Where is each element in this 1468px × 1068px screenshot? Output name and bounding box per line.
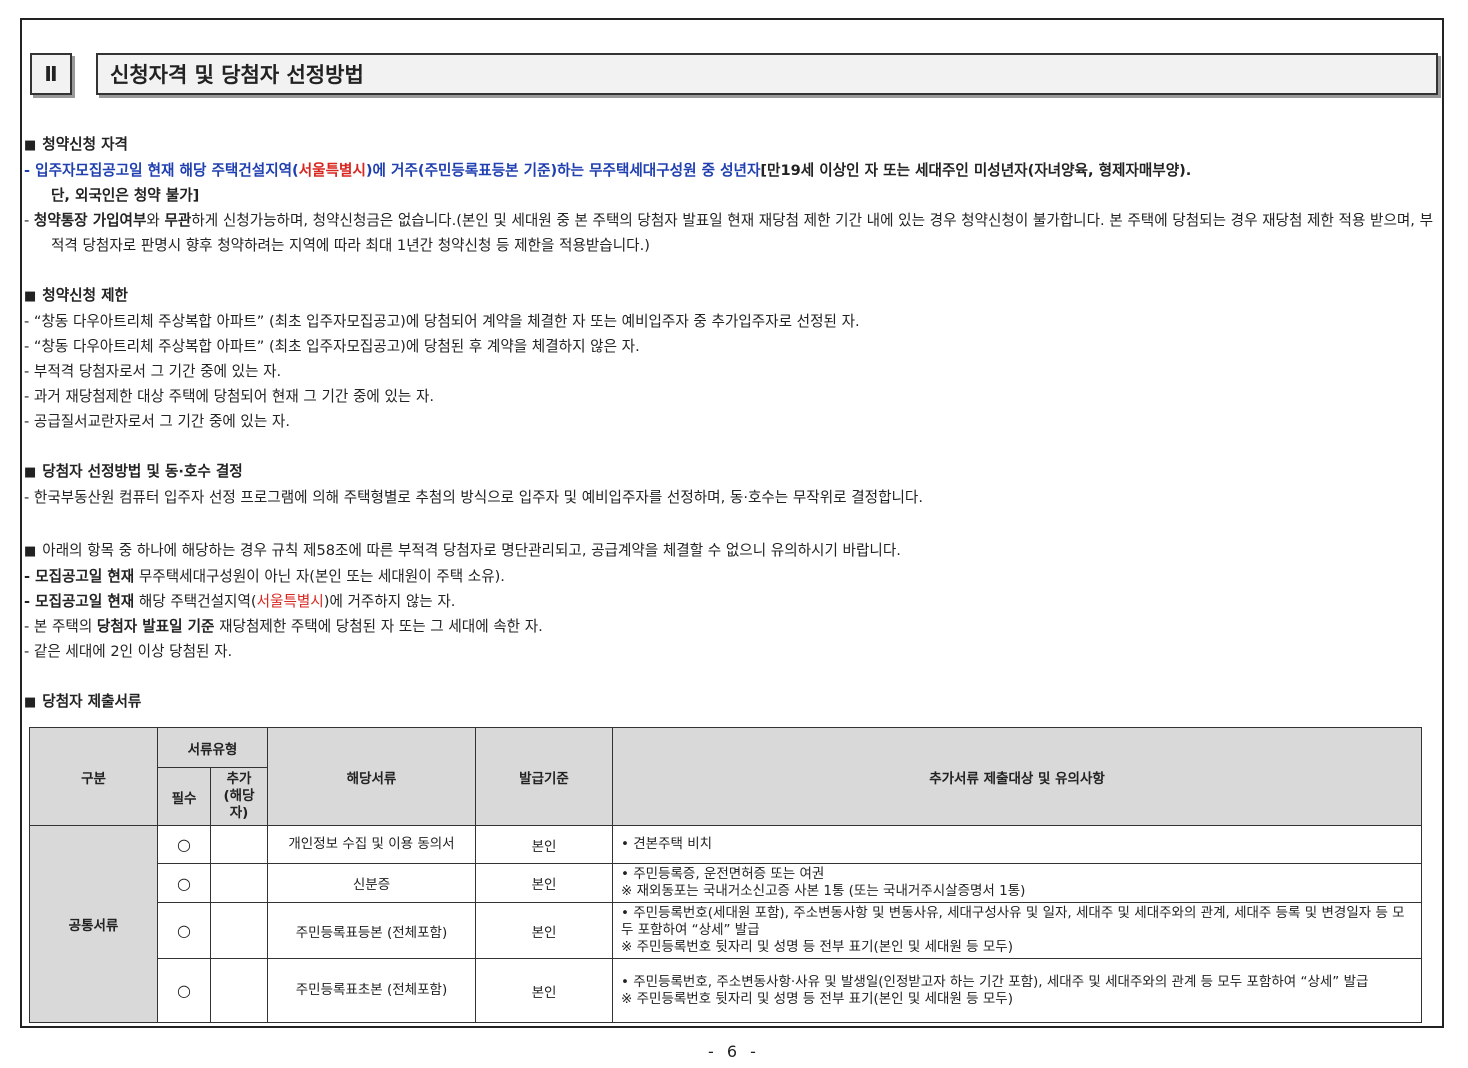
table-row: ○ 주민등록표등본 (전체포함) 본인 • 주민등록번호(세대원 포함), 주소… (30, 902, 1422, 959)
additional-mark (210, 863, 268, 903)
disqualification-item: - 같은 세대에 2인 이상 당첨된 자. (24, 643, 233, 660)
issue-basis: 본인 (475, 902, 613, 959)
disqualification-item: - 본 주택의 당첨자 발표일 기준 재당첨제한 주택에 당첨된 자 또는 그 … (24, 618, 543, 635)
heading-documents: ■ 당첨자 제출서류 (24, 693, 142, 710)
heading-restriction: ■ 청약신청 제한 (24, 287, 128, 304)
table-row: ○ 신분증 본인 • 주민등록증, 운전면허증 또는 여권 ※ 재외동포는 국내거… (30, 863, 1422, 903)
document-body: ■ 청약신청 자격 - 입주자모집공고일 현재 해당 주택건설지역(서울특별시)에… (24, 132, 1442, 715)
required-mark: ○ (157, 902, 211, 959)
restriction-item: - “창동 다우아트리체 주상복합 아파트” (최초 입주자모집공고)에 당첨된… (24, 338, 640, 355)
col-header-required: 필수 (157, 767, 211, 826)
restriction-item: - “창동 다우아트리체 주상복합 아파트” (최초 입주자모집공고)에 당첨되… (24, 313, 860, 330)
doc-name: 개인정보 수집 및 이용 동의서 (267, 825, 476, 864)
page-number: - 6 - (708, 1042, 760, 1061)
restriction-item: - 공급질서교란자로서 그 기간 중에 있는 자. (24, 413, 290, 430)
col-header-additional: 추가 (해당 자) (210, 767, 268, 826)
additional-mark (210, 902, 268, 959)
table-row: ○ 주민등록표초본 (전체포함) 본인 • 주민등록번호, 주소변동사항·사유 … (30, 958, 1422, 1023)
col-header-doc: 해당서류 (267, 727, 476, 826)
documents-table: 구분 서류유형 해당서류 발급기준 추가서류 제출대상 및 유의사항 필수 추가… (29, 727, 1422, 1023)
heading-selection: ■ 당첨자 선정방법 및 동·호수 결정 (24, 463, 243, 480)
restriction-item: - 과거 재당첨제한 대상 주택에 당첨되어 현재 그 기간 중에 있는 자. (24, 388, 435, 405)
square-bullet-icon: ■ (24, 138, 37, 153)
issue-basis: 본인 (475, 958, 613, 1023)
required-mark: ○ (157, 825, 211, 864)
section-title: 신청자격 및 당첨자 선정방법 (96, 53, 1438, 95)
table-row: 공통서류 ○ 개인정보 수집 및 이용 동의서 본인 • 견본주택 비치 (29, 825, 1422, 1023)
additional-mark (210, 825, 268, 864)
square-bullet-icon: ■ (24, 289, 37, 304)
selection-line: - 한국부동산원 컴퓨터 입주자 선정 프로그램에 의해 주택형별로 추첨의 방… (24, 489, 923, 506)
note-cell: • 주민등록번호(세대원 포함), 주소변동사항 및 변동사유, 세대구성사유 … (612, 902, 1422, 959)
heading-eligibility: ■ 청약신청 자격 (24, 136, 128, 153)
eligibility-line-1-cont: 단, 외국인은 청약 불가] (51, 187, 200, 204)
disqualification-item: - 모집공고일 현재 해당 주택건설지역(서울특별시)에 거주하지 않는 자. (24, 593, 456, 610)
col-header-type: 서류유형 (157, 727, 268, 768)
square-bullet-icon: ■ (24, 544, 37, 559)
doc-name: 주민등록표등본 (전체포함) (267, 902, 476, 959)
note-cell: • 견본주택 비치 (612, 825, 1422, 864)
doc-name: 신분증 (267, 863, 476, 903)
group-label: 공통서류 (29, 825, 158, 1023)
issue-basis: 본인 (475, 825, 613, 864)
col-header-note: 추가서류 제출대상 및 유의사항 (612, 727, 1422, 826)
restriction-item: - 부적격 당첨자로서 그 기간 중에 있는 자. (24, 363, 282, 380)
eligibility-line-2: - 청약통장 가입여부와 무관하게 신청가능하며, 청약신청금은 없습니다.(본… (24, 212, 1434, 254)
eligibility-line-1: - 입주자모집공고일 현재 해당 주택건설지역(서울특별시)에 거주(주민등록표… (24, 162, 1192, 179)
section-number: Ⅱ (30, 53, 72, 95)
col-header-issue: 발급기준 (475, 727, 613, 826)
note-cell: • 주민등록번호, 주소변동사항·사유 및 발생일(인정받고자 하는 기간 포함… (612, 958, 1422, 1023)
issue-basis: 본인 (475, 863, 613, 903)
col-header-gubun: 구분 (29, 727, 158, 826)
disqualification-item: - 모집공고일 현재 무주택세대구성원이 아닌 자(본인 또는 세대원이 주택 … (24, 568, 505, 585)
doc-name: 주민등록표초본 (전체포함) (267, 958, 476, 1023)
square-bullet-icon: ■ (24, 465, 37, 480)
required-mark: ○ (157, 958, 211, 1023)
note-cell: • 주민등록증, 운전면허증 또는 여권 ※ 재외동포는 국내거소신고증 사본 1… (612, 863, 1422, 903)
square-bullet-icon: ■ (24, 695, 37, 710)
required-mark: ○ (157, 863, 211, 903)
additional-mark (210, 958, 268, 1023)
heading-disqualification: ■ 아래의 항목 중 하나에 해당하는 경우 규칙 제58조에 따른 부적격 당첨… (24, 542, 901, 559)
